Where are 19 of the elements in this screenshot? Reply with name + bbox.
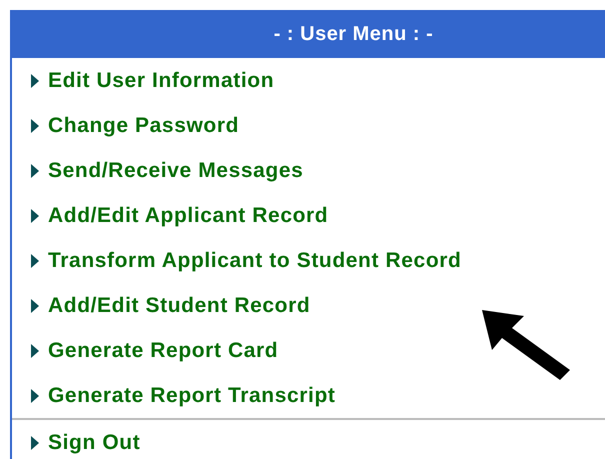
menu-link[interactable]: Transform Applicant to Student Record — [48, 248, 462, 272]
triangle-icon — [30, 342, 40, 358]
triangle-icon — [30, 388, 40, 404]
triangle-icon — [30, 118, 40, 134]
menu-link[interactable]: Edit User Information — [48, 68, 274, 92]
menu-link[interactable]: Add/Edit Applicant Record — [48, 204, 328, 228]
menu-link[interactable]: Add/Edit Student Record — [48, 294, 310, 318]
triangle-icon — [30, 252, 40, 268]
triangle-icon — [30, 162, 40, 178]
menu-link[interactable]: Change Password — [48, 114, 240, 138]
menu-link[interactable]: Sign Out — [48, 430, 140, 454]
triangle-icon — [30, 434, 40, 450]
triangle-icon — [30, 72, 40, 88]
menu-link[interactable]: Generate Report Transcript — [48, 384, 336, 408]
triangle-icon — [30, 208, 40, 224]
menu-link[interactable]: Send/Receive Messages — [48, 158, 304, 182]
menu-header: - : User Menu : - — [12, 10, 605, 58]
triangle-icon — [30, 298, 40, 314]
menu-link[interactable]: Generate Report Card — [48, 338, 278, 362]
